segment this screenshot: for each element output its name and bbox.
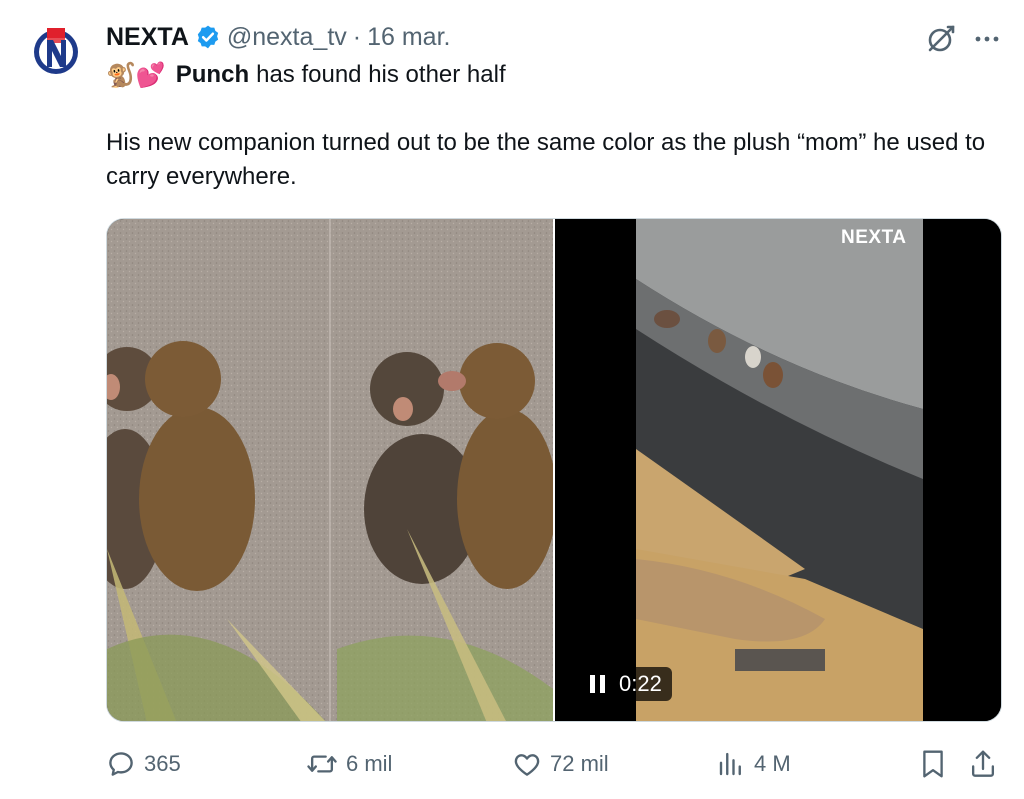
- views-count: 4 M: [754, 751, 791, 776]
- reply-count: 365: [144, 751, 181, 776]
- reply-button[interactable]: 365: [106, 744, 181, 784]
- display-name[interactable]: NEXTA: [106, 23, 189, 52]
- retweet-count: 6 mil: [346, 751, 393, 776]
- separator-dot: ·: [352, 22, 362, 51]
- like-button[interactable]: 72 mil: [512, 744, 609, 784]
- retweet-icon: [307, 755, 337, 773]
- nexta-logo: [34, 28, 78, 74]
- video-time-label: 0:22: [619, 671, 662, 696]
- handle[interactable]: @nexta_tv: [227, 23, 347, 52]
- pause-icon[interactable]: [587, 674, 609, 694]
- grok-icon[interactable]: [924, 22, 958, 56]
- line1-text: has found his other half: [256, 61, 506, 88]
- bookmark-button[interactable]: [918, 744, 956, 784]
- action-bar: 365 6 mil 72 mil 4 M: [106, 744, 1006, 784]
- tweet-date[interactable]: 16 mar.: [367, 23, 450, 52]
- share-icon: [971, 750, 995, 777]
- tweet-header: NEXTA @nexta_tv · 16 mar.: [106, 20, 450, 54]
- like-icon: [514, 754, 540, 776]
- share-button[interactable]: [968, 744, 1006, 784]
- bookmark-icon: [923, 750, 943, 778]
- views-icon: [719, 752, 741, 776]
- media-grid[interactable]: NEXTA 0:22: [106, 218, 1002, 722]
- views-button[interactable]: 4 M: [716, 744, 791, 784]
- avatar[interactable]: [30, 24, 82, 76]
- verified-badge-icon: [197, 25, 219, 49]
- more-icon[interactable]: [972, 24, 1002, 54]
- monkey-heart-emoji: 🐒💕: [106, 61, 166, 89]
- video-timestamp[interactable]: 0:22: [579, 667, 672, 701]
- bold-name: Punch: [175, 61, 250, 88]
- tweet-body: His new companion turned out to be the s…: [106, 129, 986, 190]
- video-watermark: NEXTA: [841, 227, 907, 248]
- like-count: 72 mil: [550, 751, 609, 776]
- video-player[interactable]: NEXTA 0:22: [555, 219, 1001, 721]
- tweet-first-line: 🐒💕 Punch has found his other half: [106, 58, 506, 92]
- monkeys-photo[interactable]: [107, 219, 553, 722]
- video-frame: [555, 219, 1001, 721]
- retweet-button[interactable]: 6 mil: [306, 744, 392, 784]
- reply-icon: [109, 752, 133, 776]
